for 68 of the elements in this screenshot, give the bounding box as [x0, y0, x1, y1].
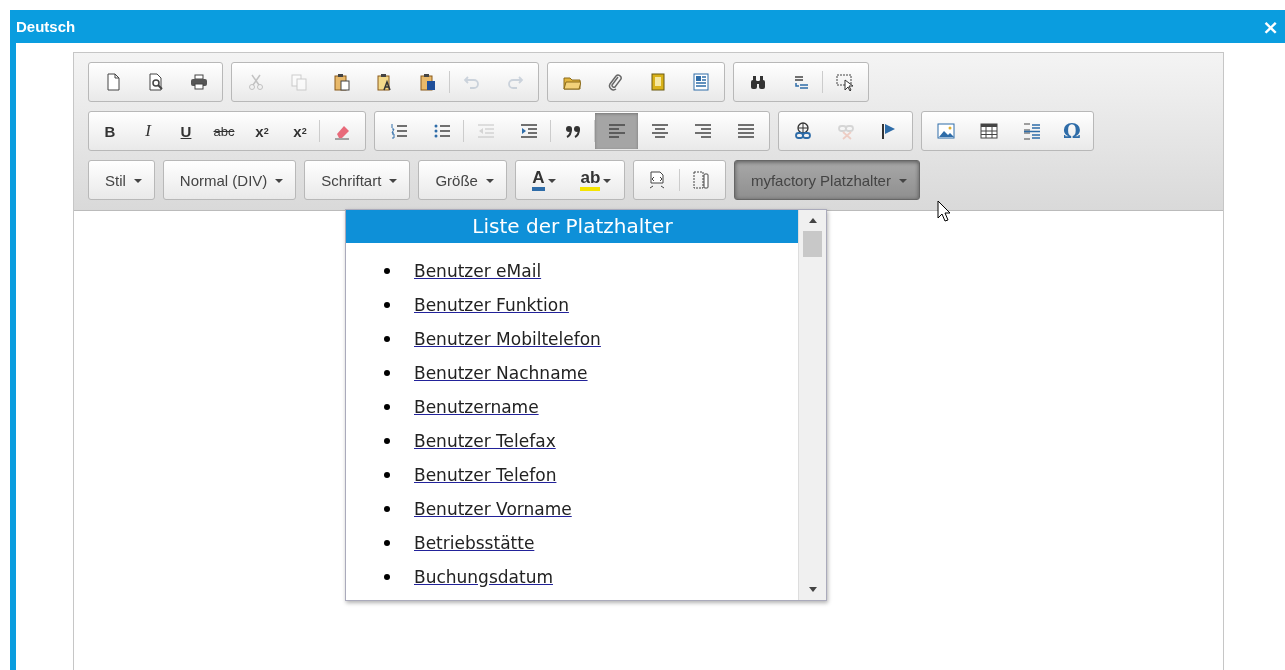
scroll-down-icon[interactable]: [808, 587, 817, 592]
align-center-icon: [650, 122, 669, 140]
placeholder-link[interactable]: Benutzer Telefon: [414, 463, 557, 487]
placeholder-link[interactable]: Benutzer Mobiltelefon: [414, 327, 601, 351]
binoculars-icon: [748, 73, 767, 91]
scrollbar[interactable]: [798, 210, 826, 600]
link-icon: [793, 122, 812, 140]
align-justify-icon: [736, 122, 755, 140]
clipboard-doc-icon: [418, 73, 437, 91]
placeholder-link[interactable]: Betriebsstätte: [414, 531, 535, 555]
preview-icon: [146, 73, 165, 91]
scroll-up-icon[interactable]: [808, 218, 817, 223]
image-icon: [936, 122, 955, 140]
scroll-thumb[interactable]: [803, 231, 822, 257]
bullet-icon: [384, 268, 390, 274]
select-all-icon: [835, 73, 854, 91]
align-right-icon: [693, 122, 712, 140]
dropdown-button[interactable]: Stil: [88, 160, 155, 200]
bullet-icon: [384, 404, 390, 410]
color-button[interactable]: ab: [569, 162, 622, 198]
layout-icon: [691, 73, 710, 91]
format-button[interactable]: U: [167, 113, 205, 149]
numbered-list-icon: [389, 122, 408, 140]
text-lines-icon: [1022, 122, 1041, 140]
indent-icon: [519, 122, 538, 140]
scissors-icon: [246, 73, 265, 91]
bullet-icon: [384, 370, 390, 376]
format-button[interactable]: abc: [205, 113, 243, 149]
undo-icon: [462, 73, 481, 91]
placeholder-link[interactable]: Benutzer Nachname: [414, 361, 588, 385]
bullet-icon: [384, 438, 390, 444]
show-blocks-icon: [692, 171, 711, 189]
dropdown-button[interactable]: Größe: [418, 160, 507, 200]
redo-icon: [505, 73, 524, 91]
menu-title: Liste der Platzhalter: [346, 210, 798, 243]
table-icon: [979, 122, 998, 140]
placeholder-link[interactable]: Benutzername: [414, 395, 539, 419]
bullet-icon: [384, 302, 390, 308]
bulleted-list-icon: [432, 122, 451, 140]
format-button[interactable]: Ω: [1053, 113, 1091, 149]
format-button[interactable]: B: [91, 113, 129, 149]
bullet-icon: [384, 540, 390, 546]
placeholder-link[interactable]: Buchungsdatum: [414, 565, 553, 589]
dropdown-button[interactable]: Schriftart: [304, 160, 411, 200]
dropdown-button[interactable]: Normal (DIV): [162, 160, 297, 200]
window-title: Deutsch: [16, 18, 76, 35]
color-button[interactable]: A: [517, 162, 570, 198]
placeholder-link[interactable]: Benutzer eMail: [414, 259, 542, 283]
bullet-icon: [384, 574, 390, 580]
source-code-icon: [648, 171, 667, 189]
bullet-icon: [384, 336, 390, 342]
format-button[interactable]: I: [129, 113, 167, 149]
template-icon: [648, 73, 667, 91]
clipboard-icon: [332, 73, 351, 91]
printer-icon: [189, 73, 208, 91]
placeholder-link[interactable]: Benutzer Vorname: [414, 497, 572, 521]
bullet-icon: [384, 472, 390, 478]
placeholder-link[interactable]: Benutzer Telefax: [414, 429, 556, 453]
format-button[interactable]: x$^{2}$: [281, 113, 319, 149]
copy-icon: [289, 73, 308, 91]
placeholder-link[interactable]: Benutzer Funktion: [414, 293, 569, 317]
clipboard-text-icon: [375, 73, 394, 91]
outdent-icon: [476, 122, 495, 140]
unlink-icon: [836, 122, 855, 140]
align-left-icon: [607, 122, 626, 140]
cursor-icon: [937, 200, 951, 222]
bullet-icon: [384, 506, 390, 512]
dropdown-button[interactable]: myfactory Platzhalter: [733, 160, 920, 200]
